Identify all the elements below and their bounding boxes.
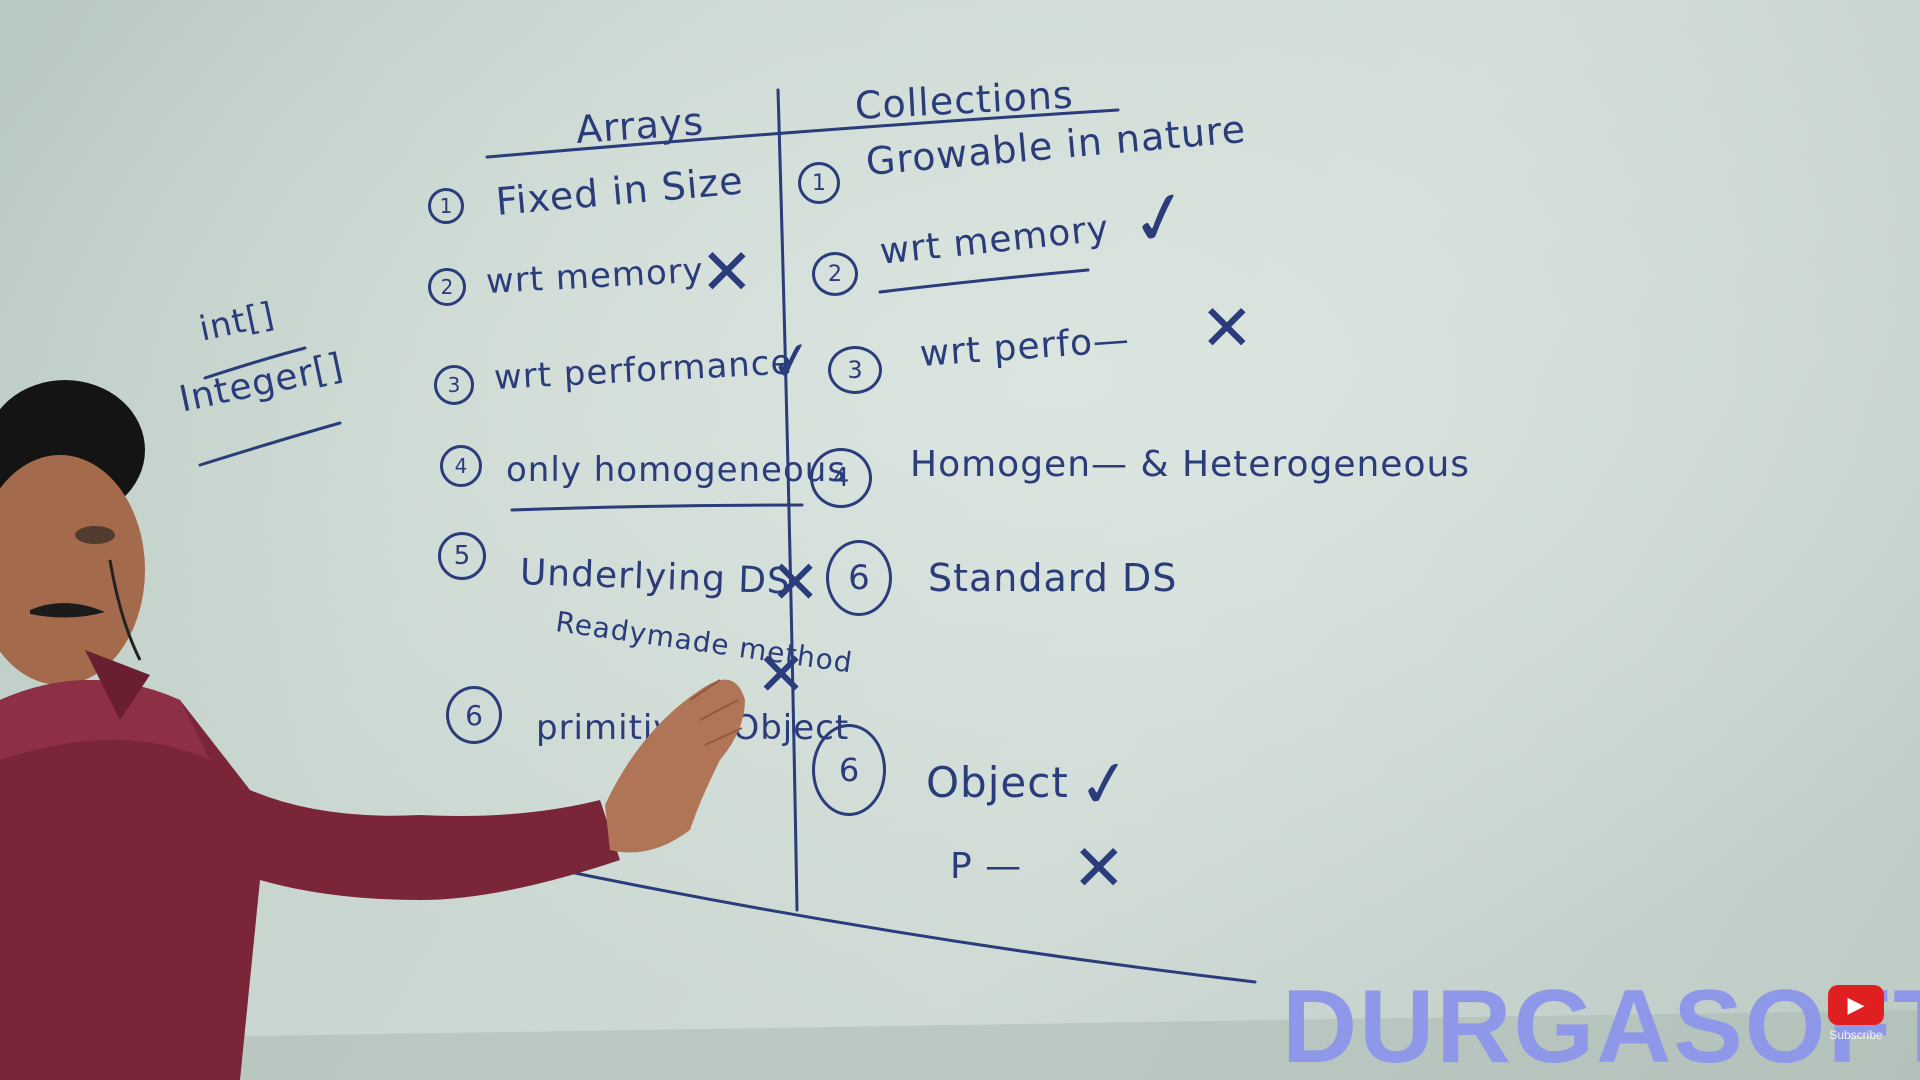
collections-point-primitive: P — (950, 846, 1023, 887)
collections-number-4: 4 (810, 448, 872, 508)
collections-point-4: Homogen— & Heterogeneous (910, 444, 1471, 485)
youtube-play-icon: ▶ (1828, 985, 1884, 1025)
collections-point-object: Object (926, 758, 1069, 807)
collections-point-standard-ds: Standard DS (928, 556, 1178, 600)
channel-watermark: DURGASOFT (1282, 969, 1920, 1080)
collections-number-6b: 6 (812, 724, 886, 816)
subscribe-label: Subscribe (1829, 1028, 1883, 1042)
collections-number-2: 2 (812, 252, 858, 296)
collections-number-1: 1 (798, 162, 840, 204)
collections-number-3: 3 (828, 346, 882, 394)
instructor (0, 380, 745, 1080)
collections-point-object-tick: ✓ (1073, 744, 1137, 826)
video-frame: Arrays Collections int[] Integer[] 1 Fix… (0, 0, 1920, 1080)
collections-point-primitive-cross: ✕ (1072, 832, 1126, 906)
collections-number-6a: 6 (826, 540, 892, 616)
subscribe-button[interactable]: ▶ Subscribe (1826, 985, 1886, 1043)
collections-point-3-cross: ✕ (1200, 292, 1254, 366)
